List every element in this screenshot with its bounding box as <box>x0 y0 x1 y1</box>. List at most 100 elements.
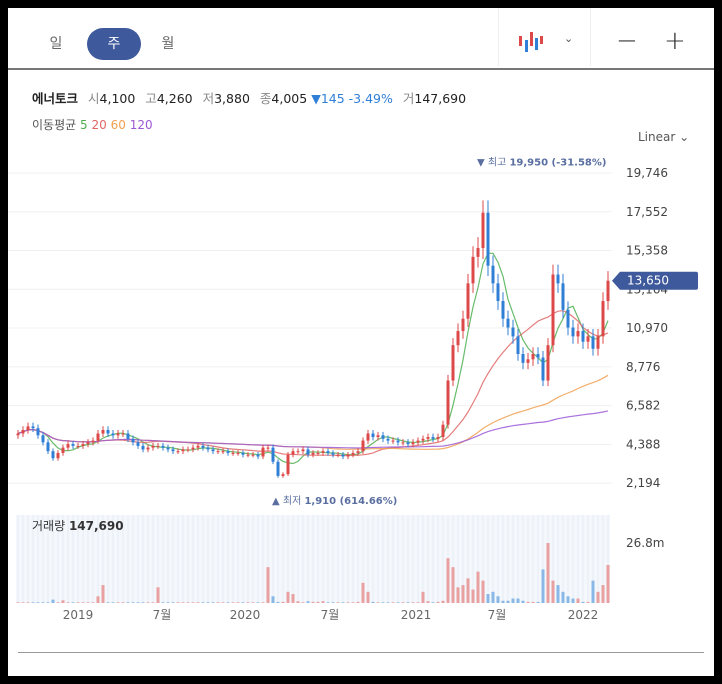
max-price-annotation: ▼ 최고 19,950 (-31.58%) <box>477 156 606 168</box>
candle-body <box>396 440 400 443</box>
candle-body <box>346 454 350 457</box>
volume-tick-label: 26.8m <box>626 536 664 550</box>
candle-body <box>141 445 145 450</box>
volume-bar <box>401 602 405 603</box>
candle-body <box>71 444 75 446</box>
candle-body <box>456 331 460 346</box>
volume-bar <box>591 580 595 603</box>
candle-body <box>226 451 230 453</box>
volume-bar <box>406 602 410 603</box>
candle-body <box>491 265 495 284</box>
candle-body <box>36 428 40 436</box>
annotation-label: 최저 <box>283 495 305 507</box>
candle-body <box>76 445 80 447</box>
candle-body <box>106 429 110 434</box>
volume-bar <box>526 601 530 603</box>
volume-bar <box>281 601 285 603</box>
volume-bar <box>241 602 245 603</box>
candle-body <box>366 433 370 441</box>
candle-body <box>96 433 100 441</box>
volume-bar <box>541 569 545 603</box>
candle-body <box>211 449 215 452</box>
volume-bar <box>16 602 20 603</box>
candle-body <box>51 451 55 459</box>
price-tick-label: 6,582 <box>626 399 660 413</box>
price-chart[interactable]: 19,74617,55215,35813,16410,9708,7766,582… <box>8 8 714 676</box>
volume-bar <box>86 602 90 603</box>
volume-bar <box>46 602 50 603</box>
candle-body <box>446 380 450 425</box>
candle-body <box>231 452 235 454</box>
annotation-label: 최고 <box>488 156 510 168</box>
candle-body <box>521 354 525 363</box>
price-tick-label: 15,358 <box>626 244 668 258</box>
volume-bar <box>41 602 45 603</box>
candle-body <box>416 440 420 443</box>
volume-bar <box>341 602 345 603</box>
volume-bar <box>561 591 565 603</box>
candle-body <box>496 283 500 302</box>
candle-body <box>531 354 535 360</box>
candle-body <box>56 452 60 459</box>
candle-body <box>606 280 610 302</box>
candle-body <box>336 454 340 456</box>
candle-body <box>131 438 135 443</box>
candle-body <box>66 444 70 448</box>
candle-body <box>551 274 555 346</box>
volume-bar <box>206 602 210 603</box>
candle-body <box>21 429 25 434</box>
candle-body <box>121 433 125 435</box>
volume-bar <box>176 602 180 603</box>
volume-bar <box>436 601 440 603</box>
volume-bar <box>511 598 515 603</box>
candle-body <box>296 451 300 453</box>
volume-bar <box>396 602 400 603</box>
candle-body <box>261 447 265 457</box>
volume-bar <box>111 602 115 603</box>
volume-bar <box>276 601 280 603</box>
x-tick-label: 2022 <box>568 608 599 622</box>
candle-body <box>461 318 465 332</box>
volume-bar <box>201 602 205 603</box>
candle-body <box>376 435 380 438</box>
candle-body <box>546 345 550 381</box>
candle-body <box>586 336 590 342</box>
candle-body <box>166 447 170 450</box>
candle-body <box>201 445 205 448</box>
candle-body <box>351 452 355 455</box>
x-tick-label: 2019 <box>63 608 94 622</box>
candle-body <box>501 301 505 319</box>
volume-bar <box>451 567 455 603</box>
volume-label: 거래량 <box>32 519 69 533</box>
candle-body <box>431 437 435 439</box>
volume-bar <box>261 602 265 603</box>
candle-body <box>356 451 360 453</box>
candle-body <box>46 442 50 452</box>
candle-body <box>536 354 540 358</box>
candle-body <box>381 435 385 439</box>
volume-bar <box>521 600 525 603</box>
candle-body <box>371 433 375 438</box>
candle-body <box>176 451 180 453</box>
candle-body <box>136 442 140 446</box>
volume-bar <box>121 602 125 603</box>
volume-bar <box>556 585 560 603</box>
annotation-marker: ▼ <box>477 157 488 168</box>
volume-bar <box>571 598 575 603</box>
volume-bar <box>186 602 190 603</box>
candle-body <box>31 426 35 429</box>
candle-body <box>236 452 240 454</box>
volume-bar <box>466 578 470 603</box>
volume-bar <box>171 602 175 603</box>
candle-body <box>576 331 580 337</box>
candle-body <box>306 449 310 455</box>
candle-body <box>181 449 185 452</box>
volume-title: 거래량 147,690 <box>32 519 124 533</box>
candle-body <box>191 447 195 450</box>
volume-bar <box>31 602 35 603</box>
volume-bar <box>296 601 300 603</box>
volume-bar <box>246 602 250 603</box>
candle-body <box>286 454 290 475</box>
volume-bar <box>291 594 295 603</box>
volume-bar <box>141 602 145 603</box>
